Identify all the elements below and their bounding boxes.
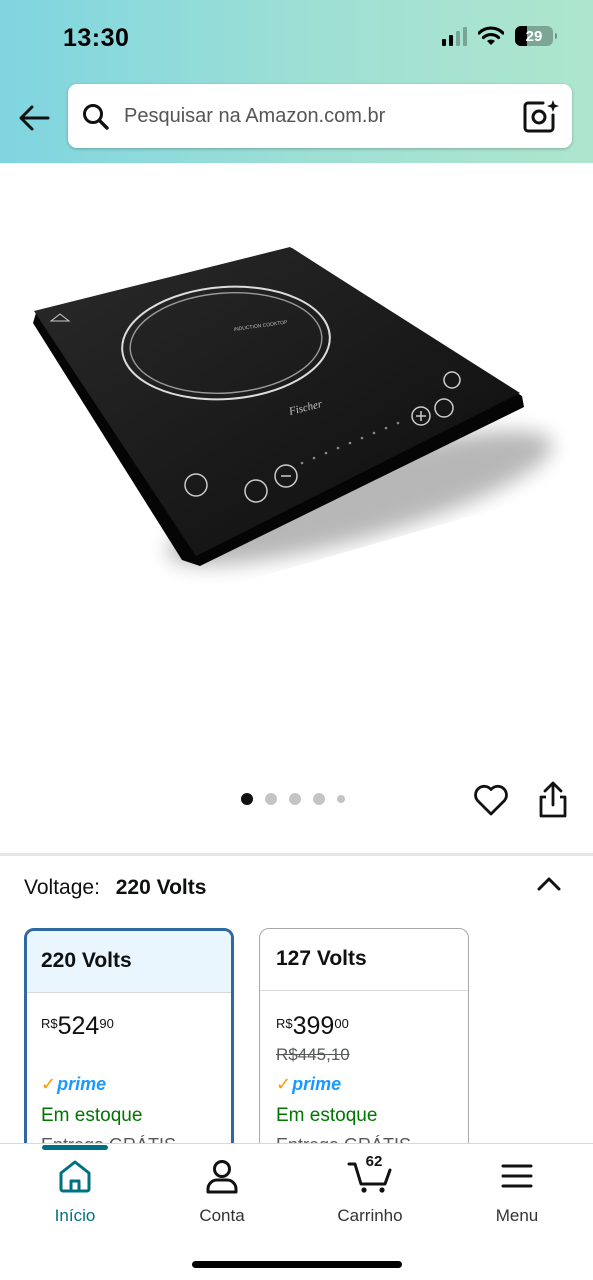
- active-tab-indicator: [42, 1145, 108, 1150]
- carousel-dot-4[interactable]: [313, 793, 325, 805]
- price-fraction: 00: [334, 1016, 349, 1031]
- search-bar[interactable]: [68, 84, 572, 148]
- carousel-dot-2[interactable]: [265, 793, 277, 805]
- battery-level: 29: [525, 27, 543, 45]
- option-price: R$ 399 00: [276, 1013, 349, 1039]
- price-fraction: 90: [99, 1016, 114, 1031]
- option-title: 127 Volts: [260, 929, 468, 991]
- search-icon: [83, 104, 109, 130]
- variation-name: Voltage:: [24, 876, 100, 899]
- nav-menu-label: Menu: [495, 1206, 539, 1225]
- product-image[interactable]: INDUCTION COOKTOP Fischer: [0, 163, 593, 783]
- nav-account-label: Conta: [199, 1206, 245, 1225]
- home-indicator: [192, 1261, 402, 1268]
- carousel-dot-5[interactable]: [337, 795, 345, 803]
- prime-badge: ✓ prime: [41, 1074, 107, 1094]
- prime-badge: ✓ prime: [276, 1074, 342, 1094]
- nav-cart-label: Carrinho: [337, 1206, 403, 1225]
- stock-status: Em estoque: [41, 1105, 143, 1126]
- camera-search-icon[interactable]: [522, 98, 560, 134]
- variation-selector-label: Voltage: 220 Volts: [24, 876, 206, 900]
- nav-menu[interactable]: Menu: [457, 1158, 577, 1228]
- status-time: 13:30: [63, 24, 130, 52]
- header: 13:30 29: [0, 0, 593, 163]
- user-icon: [206, 1160, 238, 1194]
- arrow-left-icon: [19, 105, 50, 131]
- price-whole: 524: [57, 1012, 100, 1040]
- carousel-dot-1[interactable]: [241, 793, 253, 805]
- carousel-dot-3[interactable]: [289, 793, 301, 805]
- status-icons: 29: [442, 26, 557, 46]
- wifi-icon: [478, 26, 504, 45]
- stock-status: Em estoque: [276, 1105, 378, 1126]
- price-currency: R$: [276, 1016, 293, 1031]
- price-currency: R$: [41, 1016, 58, 1031]
- bottom-navigation: Início Conta 62 Carrinho Menu: [0, 1143, 593, 1280]
- nav-cart[interactable]: 62 Carrinho: [310, 1153, 430, 1228]
- cart-count-badge: 62: [365, 1153, 383, 1170]
- cellular-signal-icon: [442, 26, 467, 46]
- option-price: R$ 524 90: [41, 1013, 114, 1039]
- list-price: R$445,10: [276, 1045, 350, 1064]
- variation-selected-value: 220 Volts: [115, 876, 207, 899]
- nav-home-label: Início: [54, 1206, 96, 1225]
- share-icon[interactable]: [535, 780, 571, 820]
- battery-icon: 29: [515, 26, 557, 46]
- option-title: 220 Volts: [27, 931, 231, 993]
- chevron-up-icon[interactable]: [535, 872, 563, 896]
- home-icon: [59, 1160, 91, 1193]
- heart-icon[interactable]: [472, 782, 510, 818]
- search-input[interactable]: [124, 98, 514, 134]
- carousel-indicator: [241, 793, 345, 805]
- nav-account[interactable]: Conta: [162, 1158, 282, 1228]
- nav-home[interactable]: Início: [15, 1158, 135, 1228]
- section-divider: [0, 853, 593, 856]
- back-button[interactable]: [14, 100, 54, 136]
- price-whole: 399: [292, 1012, 335, 1040]
- hamburger-menu-icon: [501, 1164, 533, 1188]
